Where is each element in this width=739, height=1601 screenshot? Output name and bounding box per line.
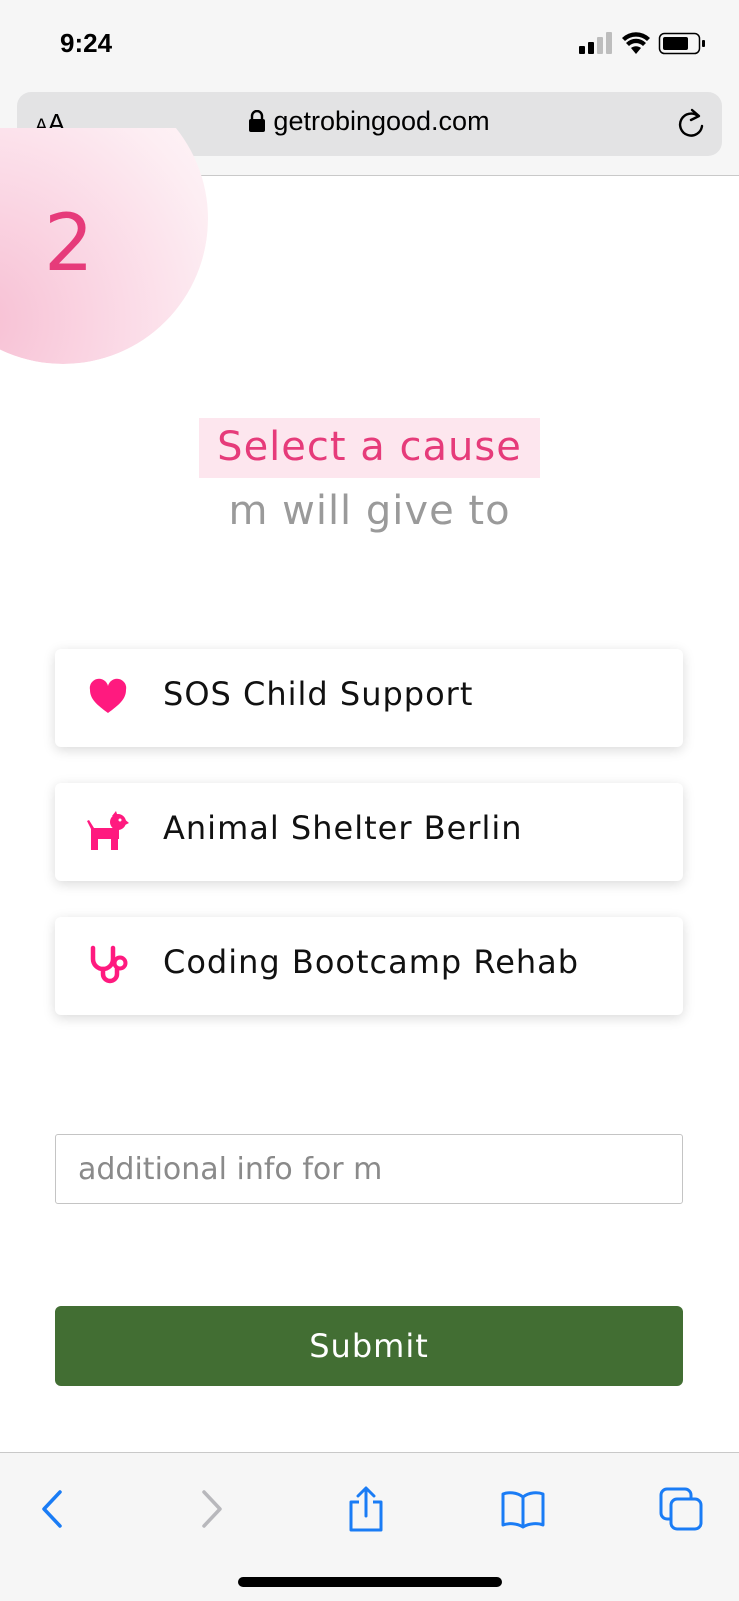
- submit-button[interactable]: Submit: [55, 1306, 683, 1386]
- dog-icon: [87, 811, 129, 853]
- additional-info-input[interactable]: [55, 1134, 683, 1204]
- bookmarks-icon[interactable]: [493, 1481, 553, 1537]
- tabs-icon[interactable]: [651, 1481, 711, 1537]
- reload-icon[interactable]: [676, 108, 706, 144]
- cause-option-coding-bootcamp-rehab[interactable]: Coding Bootcamp Rehab: [55, 917, 683, 1015]
- cause-label: Animal Shelter Berlin: [163, 809, 523, 847]
- lock-icon: [249, 109, 266, 136]
- forward-icon[interactable]: [182, 1481, 242, 1537]
- status-bar: 9:24: [0, 0, 739, 90]
- battery-icon: [658, 32, 705, 55]
- step-number: 2: [44, 199, 94, 289]
- url-text: getrobingood.com: [273, 106, 490, 136]
- cause-label: SOS Child Support: [163, 675, 474, 713]
- back-icon[interactable]: [22, 1481, 82, 1537]
- heart-icon: [87, 677, 129, 719]
- stethoscope-icon: [87, 945, 129, 987]
- cause-option-sos-child-support[interactable]: SOS Child Support: [55, 649, 683, 747]
- page-heading: Select a cause: [199, 418, 540, 478]
- share-icon[interactable]: [336, 1481, 396, 1537]
- page-subheading: m will give to: [228, 488, 511, 534]
- signal-icon: [579, 32, 612, 54]
- status-icons: [579, 30, 709, 60]
- wifi-icon: [622, 32, 650, 54]
- cause-option-animal-shelter-berlin[interactable]: Animal Shelter Berlin: [55, 783, 683, 881]
- step-indicator: [0, 128, 208, 364]
- cause-label: Coding Bootcamp Rehab: [163, 943, 580, 981]
- status-time: 9:24: [60, 28, 113, 58]
- home-indicator: [238, 1577, 502, 1587]
